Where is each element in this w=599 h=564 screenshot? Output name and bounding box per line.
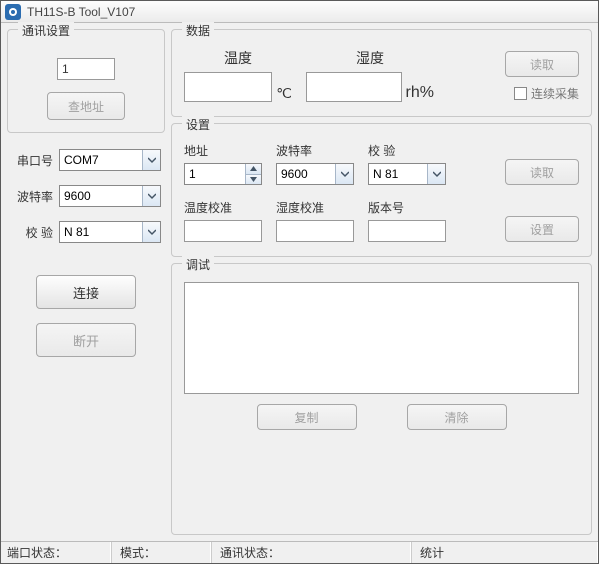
titlebar[interactable]: TH11S-B Tool_V107	[1, 1, 598, 23]
spin-down-icon[interactable]	[246, 175, 261, 185]
disconnect-button[interactable]: 断开	[36, 323, 136, 357]
settings-addr-value: 1	[185, 164, 245, 184]
chevron-down-icon	[142, 150, 160, 170]
data-legend: 数据	[182, 22, 214, 39]
hum-cal-label: 湿度校准	[276, 199, 354, 216]
left-panel: 通讯设置 1 查地址 串口号 COM7 波特率 9600	[7, 29, 165, 535]
continuous-checkbox[interactable]: 连续采集	[514, 85, 579, 102]
client-area: 通讯设置 1 查地址 串口号 COM7 波特率 9600	[1, 23, 598, 541]
main-window: TH11S-B Tool_V107 通讯设置 1 查地址 串口号 COM7	[0, 0, 599, 564]
settings-baud-label: 波特率	[276, 142, 354, 159]
debug-group: 调试 复制 清除	[171, 263, 592, 535]
port-row: 串口号 COM7	[11, 149, 161, 171]
temp-cal-label: 温度校准	[184, 199, 262, 216]
check-address-button[interactable]: 查地址	[47, 92, 125, 120]
baud-value: 9600	[60, 189, 142, 203]
settings-addr-spinner[interactable]: 1	[184, 163, 262, 185]
parity-value: N 81	[60, 225, 142, 239]
baud-dropdown[interactable]: 9600	[59, 185, 161, 207]
settings-parity-dropdown[interactable]: N 81	[368, 163, 446, 185]
hum-cal-input[interactable]	[276, 220, 354, 242]
settings-parity-value: N 81	[369, 167, 427, 181]
version-label: 版本号	[368, 199, 446, 216]
parity-dropdown[interactable]: N 81	[59, 221, 161, 243]
settings-addr-label: 地址	[184, 142, 262, 159]
continuous-label: 连续采集	[531, 85, 579, 102]
port-value: COM7	[60, 153, 142, 167]
status-bar: 端口状态： 模式： 通讯状态： 统计	[1, 541, 598, 563]
temp-label: 温度	[184, 48, 292, 68]
comm-settings-group: 通讯设置 1 查地址	[7, 29, 165, 133]
settings-group: 设置 地址 1 波特率	[171, 123, 592, 257]
app-icon	[5, 4, 21, 20]
status-comm: 通讯状态：	[211, 542, 411, 563]
chevron-down-icon	[335, 164, 353, 184]
data-group: 数据 温度 ℃ 湿度 rh%	[171, 29, 592, 117]
port-dropdown[interactable]: COM7	[59, 149, 161, 171]
parity-row: 校 验 N 81	[11, 221, 161, 243]
settings-read-button[interactable]: 读取	[505, 159, 579, 185]
settings-parity-label: 校 验	[368, 142, 446, 159]
settings-baud-value: 9600	[277, 167, 335, 181]
spin-up-icon[interactable]	[246, 164, 261, 175]
clear-button[interactable]: 清除	[407, 404, 507, 430]
comm-legend: 通讯设置	[18, 22, 74, 39]
right-panel: 数据 温度 ℃ 湿度 rh%	[171, 29, 592, 535]
chevron-down-icon	[142, 222, 160, 242]
settings-legend: 设置	[182, 116, 214, 133]
humidity-label: 湿度	[306, 48, 434, 68]
status-port: 端口状态：	[1, 542, 111, 563]
copy-button[interactable]: 复制	[257, 404, 357, 430]
settings-baud-dropdown[interactable]: 9600	[276, 163, 354, 185]
baud-label: 波特率	[11, 188, 53, 205]
debug-textarea[interactable]	[184, 282, 579, 394]
checkbox-box	[514, 87, 527, 100]
window-title: TH11S-B Tool_V107	[27, 5, 135, 19]
data-read-button[interactable]: 读取	[505, 51, 579, 77]
status-mode: 模式：	[111, 542, 211, 563]
temp-unit: ℃	[276, 85, 292, 102]
chevron-down-icon	[142, 186, 160, 206]
humidity-display	[306, 72, 402, 102]
baud-row: 波特率 9600	[11, 185, 161, 207]
debug-legend: 调试	[182, 256, 214, 273]
temp-cal-input[interactable]	[184, 220, 262, 242]
address-input[interactable]: 1	[57, 58, 115, 80]
port-label: 串口号	[11, 152, 53, 169]
parity-label: 校 验	[11, 224, 53, 241]
humidity-unit: rh%	[406, 84, 434, 102]
status-stats: 统计	[411, 542, 598, 563]
chevron-down-icon	[427, 164, 445, 184]
connect-button[interactable]: 连接	[36, 275, 136, 309]
version-display	[368, 220, 446, 242]
temp-display	[184, 72, 272, 102]
settings-set-button[interactable]: 设置	[505, 216, 579, 242]
